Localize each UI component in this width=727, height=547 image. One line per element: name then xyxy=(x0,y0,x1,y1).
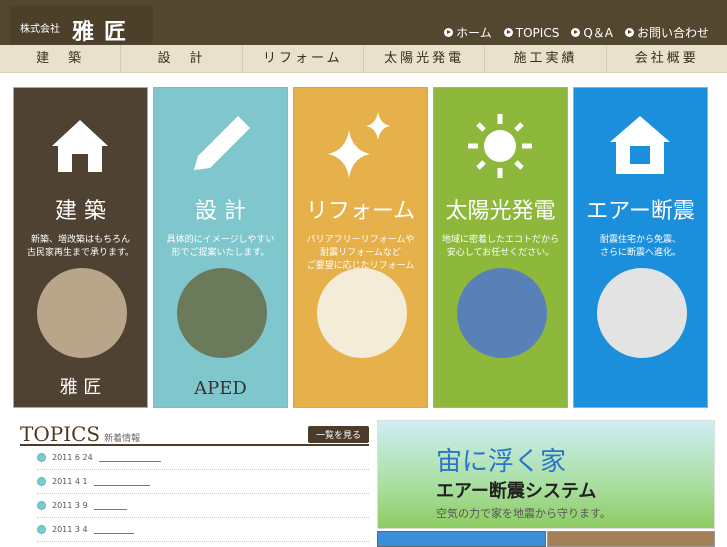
topic-link[interactable] xyxy=(93,501,127,510)
bullet-icon xyxy=(37,501,46,510)
card-brand: APED xyxy=(194,378,247,399)
bullet-icon xyxy=(37,525,46,534)
bullet-icon xyxy=(37,477,46,486)
list-item: 2011 3 4 xyxy=(37,518,369,542)
card-desc: 地域に密着したエコトだから 安心してお任せください。 xyxy=(441,235,559,258)
card-photo xyxy=(317,268,407,358)
card-title: エアー断震 xyxy=(586,199,695,224)
header: 株式会社 雅匠 ホーム TOPICS Q＆A お問い合わせ xyxy=(0,0,727,45)
nav-kenchiku[interactable]: 建 築 xyxy=(0,45,122,72)
card-title: 太陽光発電 xyxy=(445,199,556,224)
card-photo xyxy=(37,268,127,358)
card-brand: 雅 匠 xyxy=(59,377,102,398)
link-contact[interactable]: お問い合わせ xyxy=(624,24,709,41)
link-qa[interactable]: Q＆A xyxy=(571,24,613,41)
bullet-icon xyxy=(37,453,46,462)
arrow-icon xyxy=(444,28,454,37)
arrow-icon xyxy=(624,28,634,37)
card-photo xyxy=(597,268,687,358)
sun-icon xyxy=(468,114,532,178)
topic-link[interactable] xyxy=(93,477,150,486)
banner-tagline: 空気の力で家を地震から守ります。 xyxy=(436,507,611,520)
arrow-icon xyxy=(571,28,581,37)
card-sekkei[interactable]: 設 計 具体的にイメージしやすい 形でご提案いたします。 APED xyxy=(153,87,288,408)
topic-link[interactable] xyxy=(93,525,134,534)
card-reform[interactable]: リフォーム バリアフリーリフォームや 耐震リフォームなど ご要望に応じたリフォー… xyxy=(293,87,428,408)
main-nav: 建 築 設 計 リフォーム 太陽光発電 施工実績 会社概要 xyxy=(0,45,727,73)
card-desc: 具体的にイメージしやすい 形でご提案いたします。 xyxy=(166,235,275,258)
card-title: 設 計 xyxy=(195,199,246,224)
card-air[interactable]: エアー断震 耐震住宅から免震、 さらに断震へ進化。 xyxy=(573,87,708,408)
air-danshin-banner[interactable]: 宙に浮く家 エアー断震システム 空気の力で家を地震から守ります。 xyxy=(377,420,715,529)
banner-headline: 宙に浮く家 xyxy=(436,447,567,477)
card-kenchiku[interactable]: 建 築 新築、増改築はもちろん 古民家再生まで承ります。 雅 匠 xyxy=(13,87,148,408)
list-item: 2011 3 9 xyxy=(37,494,369,518)
house-window-icon xyxy=(610,116,670,174)
card-solar[interactable]: 太陽光発電 地域に密着したエコトだから 安心してお任せください。 xyxy=(433,87,568,408)
list-item: 2011 4 1 xyxy=(37,470,369,494)
arrow-icon xyxy=(503,28,513,37)
company-prefix: 株式会社 xyxy=(20,24,60,35)
nav-company[interactable]: 会社概要 xyxy=(607,45,727,72)
card-desc: 耐震住宅から免震、 さらに断震へ進化。 xyxy=(599,235,681,258)
nav-solar[interactable]: 太陽光発電 xyxy=(364,45,486,72)
nav-works[interactable]: 施工実績 xyxy=(485,45,607,72)
company-name: 雅匠 xyxy=(72,19,137,45)
view-all-button[interactable]: 一覧を見る xyxy=(307,426,369,443)
card-title: リフォーム xyxy=(305,199,416,224)
topics-section: TOPICS 新着情報 一覧を見る 2011 6 24 2011 4 1 2011… xyxy=(20,422,369,542)
house-icon xyxy=(52,120,108,172)
card-title: 建 築 xyxy=(55,199,106,224)
link-topics[interactable]: TOPICS xyxy=(503,24,559,41)
card-photo xyxy=(457,268,547,358)
topic-link[interactable] xyxy=(98,453,161,462)
card-desc: 新築、増改築はもちろん 古民家再生まで承ります。 xyxy=(26,235,135,258)
company-logo[interactable]: 株式会社 雅匠 xyxy=(10,6,153,45)
link-home[interactable]: ホーム xyxy=(444,24,492,41)
card-photo xyxy=(177,268,267,358)
banner-title: エアー断震システム xyxy=(436,481,597,502)
nav-sekkei[interactable]: 設 計 xyxy=(121,45,243,72)
pencil-icon xyxy=(194,116,250,170)
top-links: ホーム TOPICS Q＆A お問い合わせ xyxy=(444,24,709,41)
nav-reform[interactable]: リフォーム xyxy=(243,45,364,72)
sparkle-icon xyxy=(328,112,390,178)
list-item: 2011 6 24 xyxy=(37,446,369,470)
